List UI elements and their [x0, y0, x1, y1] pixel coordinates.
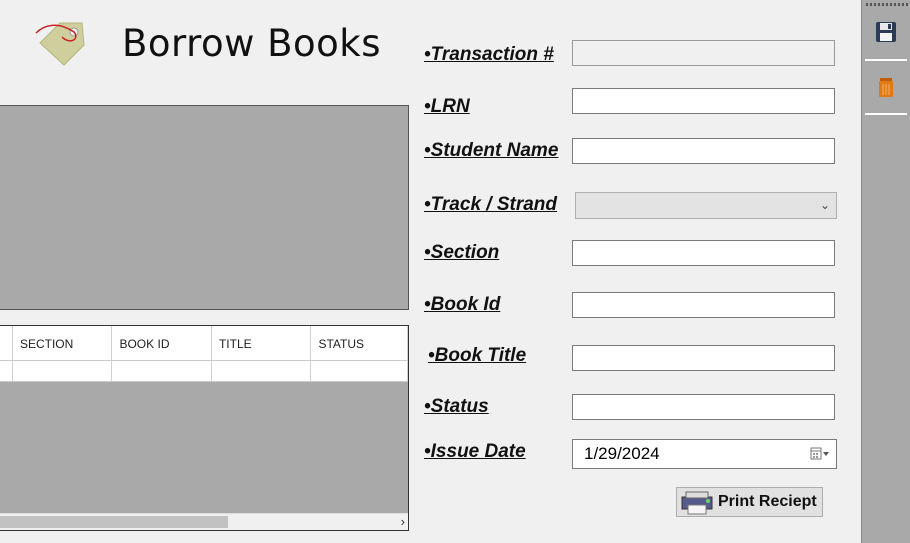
- borrow-grid[interactable]: SECTION BOOK ID TITLE STATUS ›: [0, 325, 409, 531]
- table-row[interactable]: [0, 361, 408, 382]
- book-title-field[interactable]: [572, 345, 835, 371]
- grid-column-status[interactable]: STATUS: [311, 326, 408, 360]
- grid-cell[interactable]: [212, 361, 312, 381]
- grid-header-row: SECTION BOOK ID TITLE STATUS: [0, 326, 408, 361]
- grid-column-section[interactable]: SECTION: [13, 326, 113, 360]
- status-field[interactable]: [572, 394, 835, 420]
- grid-cell[interactable]: [112, 361, 212, 381]
- lrn-field[interactable]: [572, 88, 835, 114]
- trash-icon[interactable]: [874, 75, 898, 99]
- student-name-label: •Student Name: [424, 140, 559, 161]
- horizontal-scrollbar[interactable]: ›: [0, 513, 408, 530]
- printer-icon: [680, 489, 714, 515]
- save-icon[interactable]: [874, 20, 898, 44]
- grid-cell[interactable]: [13, 361, 113, 381]
- issue-date-picker[interactable]: 1/29/2024: [572, 439, 837, 469]
- book-id-field[interactable]: [572, 292, 835, 318]
- toolbar-divider: [865, 59, 907, 61]
- calendar-dropdown-icon[interactable]: [810, 447, 830, 461]
- print-receipt-label: Print Reciept: [718, 493, 817, 510]
- grid-cell[interactable]: [311, 361, 408, 381]
- track-strand-label: •Track / Strand: [424, 194, 558, 215]
- grid-cell[interactable]: [0, 361, 13, 381]
- lrn-label: •LRN: [424, 96, 470, 117]
- toolbar-divider: [865, 113, 907, 115]
- status-label: •Status: [424, 396, 489, 417]
- issue-date-value: 1/29/2024: [584, 444, 660, 463]
- section-label: •Section: [424, 242, 500, 263]
- issue-date-label: •Issue Date: [424, 441, 526, 462]
- grid-column-title[interactable]: TITLE: [212, 326, 312, 360]
- transaction-label: •Transaction #: [424, 44, 554, 65]
- tag-icon: [34, 15, 90, 71]
- scrollbar-thumb[interactable]: [0, 516, 228, 528]
- toolbar-grip[interactable]: [866, 3, 908, 6]
- page-title: Borrow Books: [122, 22, 382, 65]
- photo-panel: [0, 105, 409, 310]
- book-title-label: •Book Title: [428, 345, 527, 366]
- student-name-field[interactable]: [572, 138, 835, 164]
- track-strand-select[interactable]: ⌄: [575, 192, 837, 219]
- chevron-down-icon[interactable]: ⌄: [820, 198, 830, 212]
- section-field[interactable]: [572, 240, 835, 266]
- right-toolbar: [861, 0, 910, 543]
- grid-column-book-id[interactable]: BOOK ID: [112, 326, 212, 360]
- transaction-field[interactable]: [572, 40, 835, 66]
- grid-column-blank: [0, 326, 13, 360]
- book-id-label: •Book Id: [424, 294, 501, 315]
- print-receipt-button[interactable]: Print Reciept: [676, 487, 823, 517]
- chevron-right-icon[interactable]: ›: [401, 514, 405, 530]
